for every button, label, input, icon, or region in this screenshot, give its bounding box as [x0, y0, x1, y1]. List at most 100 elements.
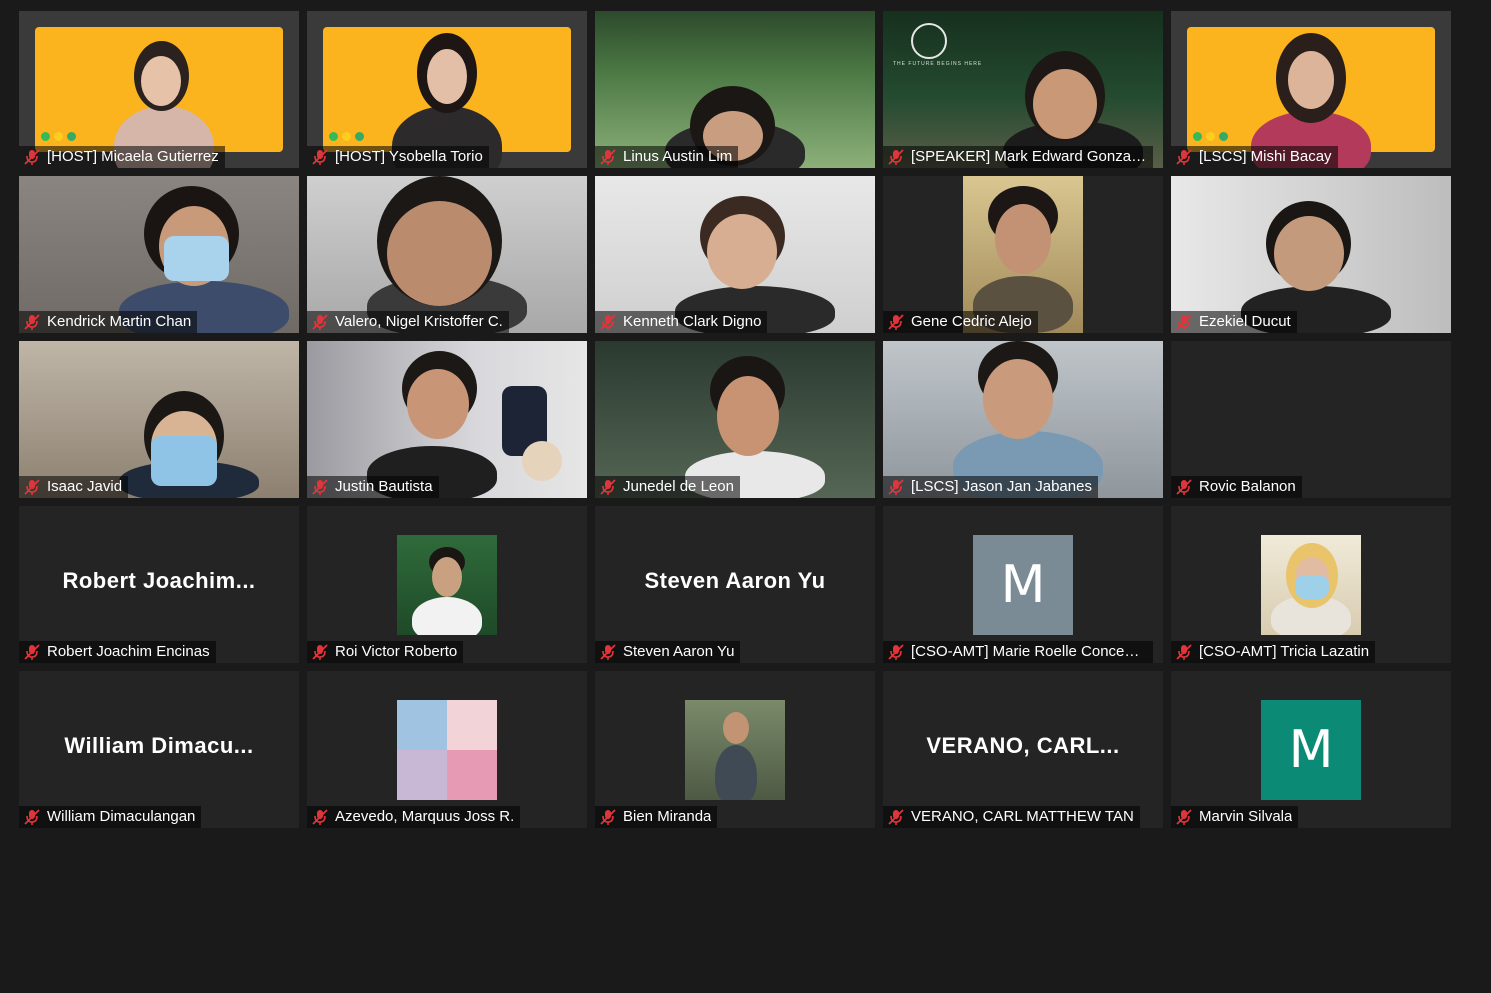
participant-tile[interactable]: Gene Cedric Alejo: [883, 176, 1163, 333]
participant-video: [19, 176, 299, 333]
participant-tile[interactable]: VERANO, CARL... VERANO, CARL MATTHEW TAN: [883, 671, 1163, 828]
participant-name: Steven Aaron Yu: [623, 643, 735, 660]
participant-tile[interactable]: Kenneth Clark Digno: [595, 176, 875, 333]
participant-tile[interactable]: Roi Victor Roberto: [307, 506, 587, 663]
participant-name: Roi Victor Roberto: [335, 643, 458, 660]
mic-muted-icon: [1175, 808, 1193, 826]
participant-tile[interactable]: [CSO-AMT] Tricia Lazatin: [1171, 506, 1451, 663]
participant-tile[interactable]: Robert Joachim... Robert Joachim Encinas: [19, 506, 299, 663]
participant-tile[interactable]: [LSCS] Mishi Bacay: [1171, 11, 1451, 168]
participant-tile[interactable]: Azevedo, Marquus Joss R.: [307, 671, 587, 828]
participant-video: [307, 176, 587, 333]
participant-name: VERANO, CARL MATTHEW TAN: [911, 808, 1134, 825]
mic-muted-icon: [599, 148, 617, 166]
participant-name-bar: [SPEAKER] Mark Edward Gonzales: [883, 146, 1153, 168]
participant-name: Rovic Balanon: [1199, 478, 1296, 495]
video-grid: [HOST] Micaela Gutierrez [HOST] Ysobella…: [19, 11, 1451, 993]
participant-name-bar: Ezekiel Ducut: [1171, 311, 1297, 333]
participant-name: [LSCS] Jason Jan Jabanes: [911, 478, 1092, 495]
participant-name-bar: Marvin Silvala: [1171, 806, 1299, 828]
avatar-letter: M: [1288, 720, 1334, 780]
participant-video: [1171, 11, 1451, 168]
profile-photo: [685, 700, 785, 800]
participant-tile[interactable]: Rovic Balanon: [1171, 341, 1451, 498]
participant-name-bar: [HOST] Micaela Gutierrez: [19, 146, 225, 168]
participant-name-bar: [CSO-AMT] Tricia Lazatin: [1171, 641, 1376, 663]
background-tagline: THE FUTURE BEGINS HERE: [893, 61, 983, 67]
participant-video: THE FUTURE BEGINS HERE: [883, 11, 1163, 168]
participant-name: Justin Bautista: [335, 478, 433, 495]
seal-logo: [911, 23, 947, 59]
participant-tile[interactable]: Linus Austin Lim: [595, 11, 875, 168]
participant-name-bar: VERANO, CARL MATTHEW TAN: [883, 806, 1140, 828]
participant-video: [1171, 176, 1451, 333]
participant-name-bar: Azevedo, Marquus Joss R.: [307, 806, 521, 828]
participant-tile[interactable]: Junedel de Leon: [595, 341, 875, 498]
participant-tile[interactable]: Ezekiel Ducut: [1171, 176, 1451, 333]
avatar-letter: M: [1000, 555, 1046, 615]
participant-name-bar: Roi Victor Roberto: [307, 641, 464, 663]
participant-name-bar: Gene Cedric Alejo: [883, 311, 1038, 333]
participant-name-bar: Junedel de Leon: [595, 476, 740, 498]
mic-muted-icon: [311, 313, 329, 331]
participant-name: [CSO-AMT] Marie Roelle Concepci...: [911, 643, 1147, 660]
participant-display-name: Steven Aaron Yu: [644, 568, 826, 593]
participant-video: [595, 11, 875, 168]
participant-name-bar: Rovic Balanon: [1171, 476, 1302, 498]
participant-tile[interactable]: Steven Aaron Yu Steven Aaron Yu: [595, 506, 875, 663]
participant-video: [19, 11, 299, 168]
participant-tile-active-speaker[interactable]: [HOST] Ysobella Torio: [307, 11, 587, 168]
participant-name: [SPEAKER] Mark Edward Gonzales: [911, 148, 1147, 165]
participant-name: Robert Joachim Encinas: [47, 643, 210, 660]
participant-name: [HOST] Ysobella Torio: [335, 148, 483, 165]
participant-tile[interactable]: Valero, Nigel Kristoffer C.: [307, 176, 587, 333]
participant-video: [883, 176, 1163, 333]
mic-muted-icon: [23, 808, 41, 826]
participant-tile[interactable]: Kendrick Martin Chan: [19, 176, 299, 333]
participant-video: [19, 341, 299, 498]
participant-name: Junedel de Leon: [623, 478, 734, 495]
mic-muted-icon: [599, 643, 617, 661]
participant-name: Marvin Silvala: [1199, 808, 1293, 825]
mic-muted-icon: [23, 148, 41, 166]
participant-name: Isaac Javid: [47, 478, 123, 495]
participant-name-bar: [HOST] Ysobella Torio: [307, 146, 489, 168]
participant-name-bar: Justin Bautista: [307, 476, 439, 498]
participant-name: Kenneth Clark Digno: [623, 313, 762, 330]
participant-tile[interactable]: Justin Bautista: [307, 341, 587, 498]
profile-photo: [397, 535, 497, 635]
participant-name: [HOST] Micaela Gutierrez: [47, 148, 219, 165]
participant-tile[interactable]: [HOST] Micaela Gutierrez: [19, 11, 299, 168]
mic-muted-icon: [887, 148, 905, 166]
participant-tile[interactable]: William Dimacu... William Dimaculangan: [19, 671, 299, 828]
mic-muted-icon: [887, 478, 905, 496]
participant-name-bar: Robert Joachim Encinas: [19, 641, 216, 663]
participant-tile[interactable]: M Marvin Silvala: [1171, 671, 1451, 828]
participant-name: [LSCS] Mishi Bacay: [1199, 148, 1332, 165]
participant-name: Linus Austin Lim: [623, 148, 733, 165]
participant-tile[interactable]: M [CSO-AMT] Marie Roelle Concepci...: [883, 506, 1163, 663]
letter-avatar: M: [1261, 700, 1361, 800]
participant-tile[interactable]: Bien Miranda: [595, 671, 875, 828]
participant-video: [883, 341, 1163, 498]
participant-name-bar: Kenneth Clark Digno: [595, 311, 768, 333]
participant-name-bar: William Dimaculangan: [19, 806, 202, 828]
participant-name-bar: Valero, Nigel Kristoffer C.: [307, 311, 509, 333]
mic-muted-icon: [887, 808, 905, 826]
participant-name: Azevedo, Marquus Joss R.: [335, 808, 515, 825]
participant-video-off: [1171, 341, 1451, 498]
mic-muted-icon: [887, 643, 905, 661]
participant-name: Valero, Nigel Kristoffer C.: [335, 313, 503, 330]
participant-video: [595, 176, 875, 333]
participant-tile[interactable]: Isaac Javid: [19, 341, 299, 498]
mic-muted-icon: [1175, 148, 1193, 166]
plush-toy: [522, 441, 562, 481]
participant-name-bar: Steven Aaron Yu: [595, 641, 741, 663]
mic-muted-icon: [1175, 643, 1193, 661]
participant-tile[interactable]: [LSCS] Jason Jan Jabanes: [883, 341, 1163, 498]
mic-muted-icon: [23, 478, 41, 496]
participant-name-bar: [LSCS] Jason Jan Jabanes: [883, 476, 1098, 498]
participant-tile[interactable]: THE FUTURE BEGINS HERE [SPEAKER] Mark Ed…: [883, 11, 1163, 168]
mic-muted-icon: [311, 148, 329, 166]
participant-name-bar: [LSCS] Mishi Bacay: [1171, 146, 1338, 168]
